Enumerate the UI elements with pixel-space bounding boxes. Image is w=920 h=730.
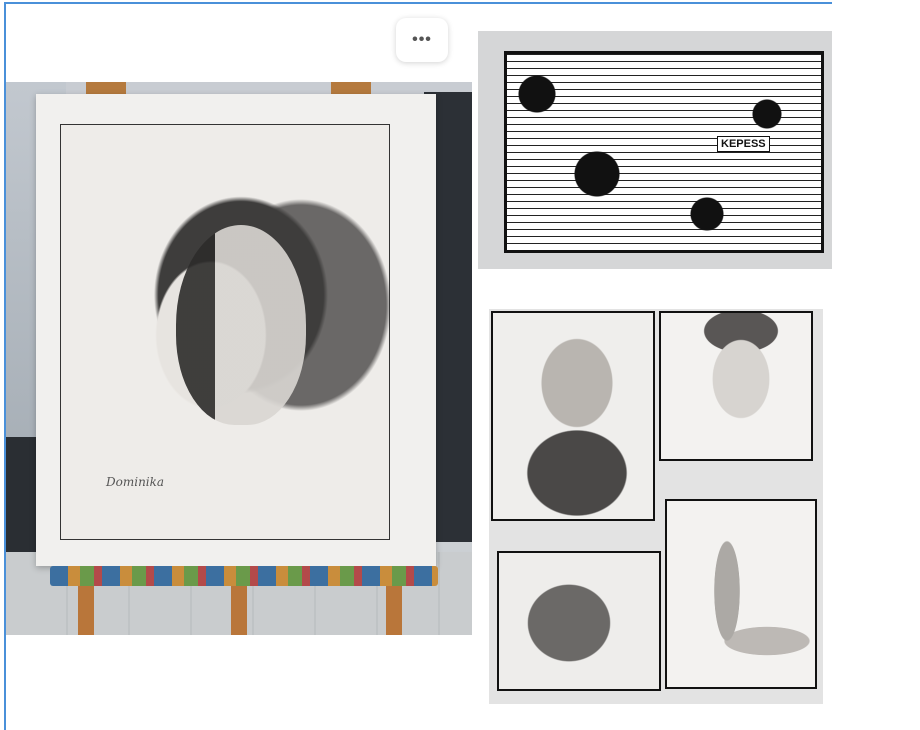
portrait-mustached-man [659, 311, 813, 461]
selection-frame-top [4, 2, 832, 4]
photo-comic-collage[interactable]: KEPESS [478, 31, 832, 269]
artist-signature: Dominika [106, 475, 165, 489]
portrait-drawing: Dominika [60, 124, 390, 540]
drawing-paper: Dominika [36, 94, 436, 566]
more-horizontal-icon: ••• [412, 31, 432, 48]
drawing-hands [665, 499, 817, 689]
more-options-button[interactable]: ••• [396, 18, 448, 62]
portrait-bearded-man [491, 311, 655, 521]
comic-sign-text: KEPESS [717, 136, 770, 152]
comic-drawing: KEPESS [504, 51, 824, 253]
photo-easel-portrait[interactable]: Dominika [6, 82, 472, 635]
photo-portrait-grid[interactable] [489, 309, 823, 704]
portrait-face [176, 225, 306, 425]
portrait-samurai-mask [497, 551, 661, 691]
easel-tray [50, 566, 438, 586]
